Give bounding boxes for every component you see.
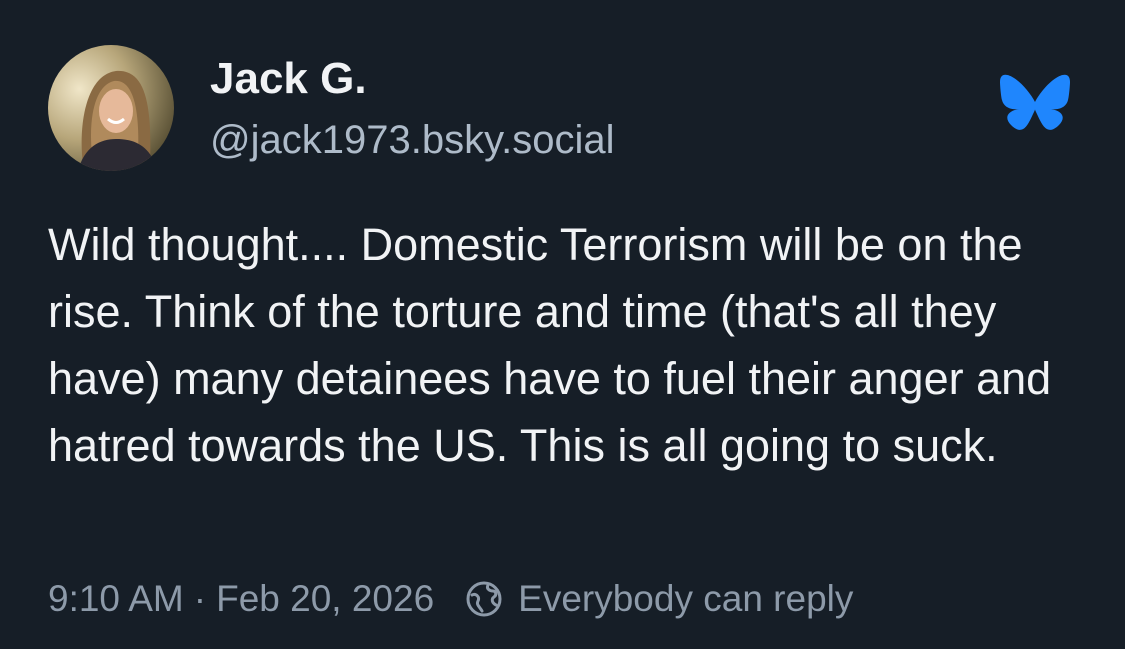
reply-setting[interactable]: Everybody can reply bbox=[518, 578, 853, 620]
author-handle[interactable]: @jack1973.bsky.social bbox=[210, 118, 615, 162]
bluesky-butterfly-icon bbox=[998, 73, 1072, 139]
avatar[interactable] bbox=[48, 45, 174, 171]
post-text: Wild thought.... Domestic Terrorism will… bbox=[48, 219, 1052, 471]
post-date[interactable]: Feb 20, 2026 bbox=[216, 578, 434, 620]
post-metadata: 9:10 AM · Feb 20, 2026 Everybody can rep… bbox=[48, 573, 853, 625]
post-time[interactable]: 9:10 AM bbox=[48, 578, 184, 620]
globe-icon bbox=[464, 579, 504, 619]
meta-separator: · bbox=[193, 578, 207, 619]
author-display-name[interactable]: Jack G. bbox=[210, 54, 367, 103]
post-card: Jack G. @jack1973.bsky.social Wild thoug… bbox=[0, 0, 1125, 649]
